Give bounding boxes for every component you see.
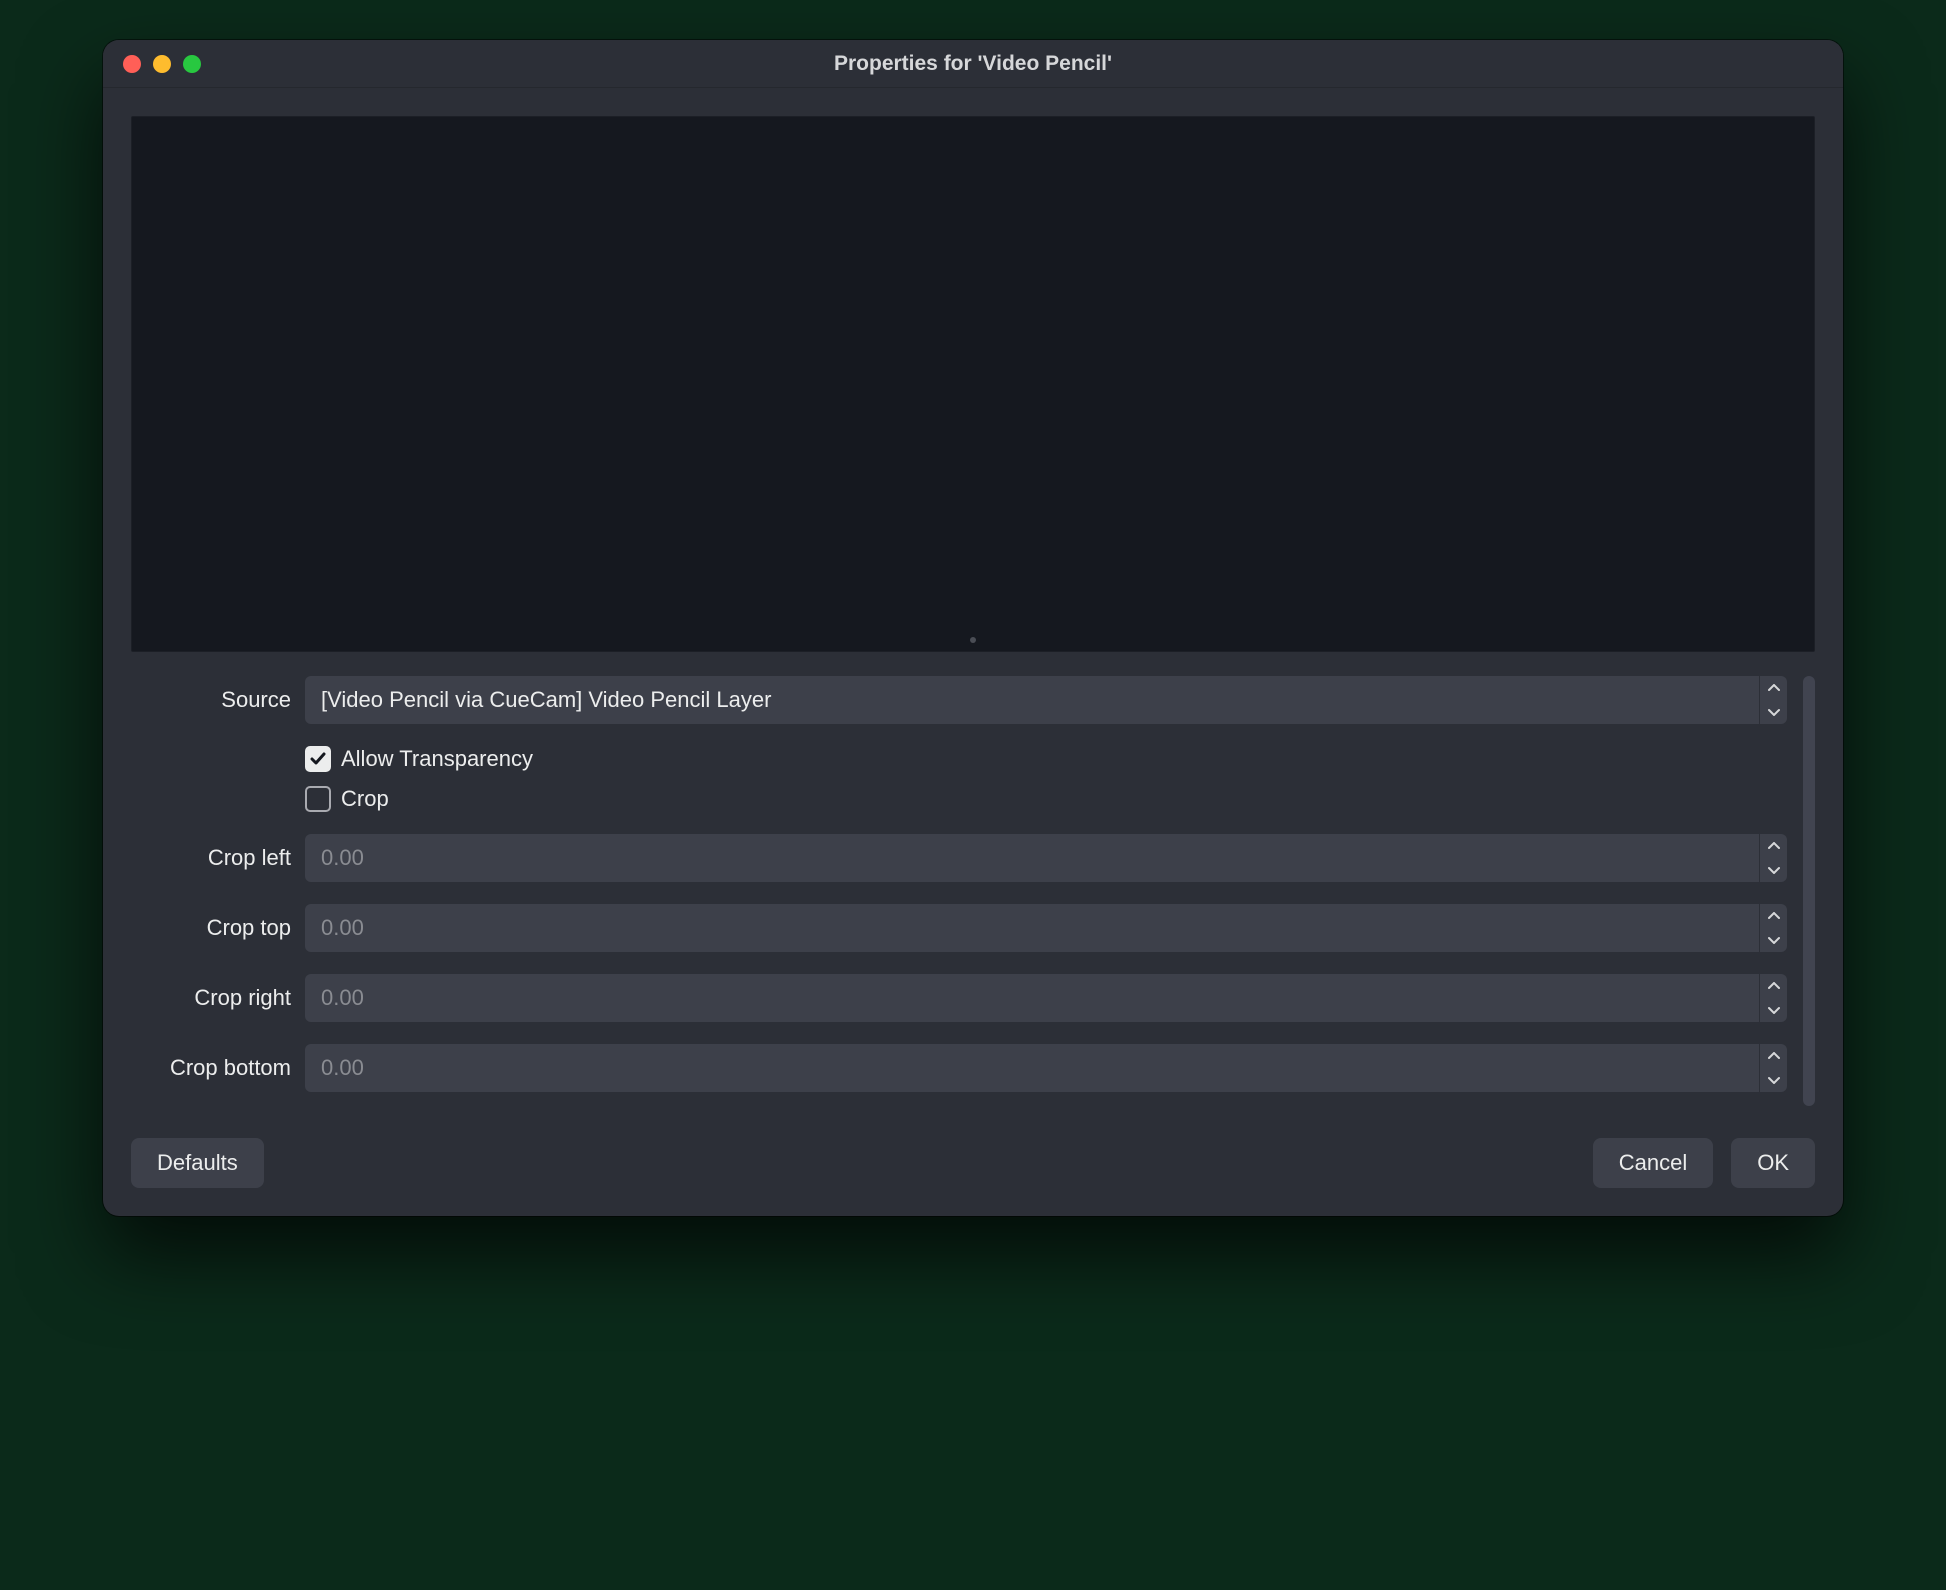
crop-top-input[interactable]: 0.00 (305, 904, 1787, 952)
form-area-wrap: Source [Video Pencil via CueCam] Video P… (131, 676, 1815, 1092)
crop-bottom-input[interactable]: 0.00 (305, 1044, 1787, 1092)
step-up-button[interactable] (1760, 974, 1787, 998)
form-scrollbar[interactable] (1799, 676, 1815, 1092)
allow-transparency-checkbox[interactable]: Allow Transparency (305, 746, 1787, 772)
defaults-button[interactable]: Defaults (131, 1138, 264, 1188)
preview-resize-handle-icon[interactable] (970, 637, 976, 643)
source-select-toggle[interactable] (1759, 676, 1787, 724)
source-label: Source (131, 687, 291, 713)
crop-bottom-label: Crop bottom (131, 1055, 291, 1081)
dialog-footer: Defaults Cancel OK (103, 1112, 1843, 1216)
titlebar: Properties for 'Video Pencil' (103, 40, 1843, 88)
step-down-button[interactable] (1760, 858, 1787, 882)
step-down-button[interactable] (1760, 928, 1787, 952)
step-up-button[interactable] (1760, 1044, 1787, 1068)
chevron-up-icon (1760, 676, 1787, 700)
step-up-button[interactable] (1760, 834, 1787, 858)
step-down-button[interactable] (1760, 1068, 1787, 1092)
crop-left-input[interactable]: 0.00 (305, 834, 1787, 882)
window-title: Properties for 'Video Pencil' (103, 52, 1843, 76)
source-select[interactable]: [Video Pencil via CueCam] Video Pencil L… (305, 676, 1787, 724)
crop-bottom-row: Crop bottom 0.00 (131, 1044, 1787, 1092)
crop-label: Crop (341, 786, 389, 812)
video-preview[interactable] (131, 116, 1815, 652)
maximize-window-button[interactable] (183, 55, 201, 73)
crop-bottom-value: 0.00 (305, 1044, 1759, 1092)
checkbox-icon (305, 786, 331, 812)
crop-right-stepper (1759, 974, 1787, 1022)
properties-window: Properties for 'Video Pencil' Source [Vi… (103, 40, 1843, 1216)
step-up-button[interactable] (1760, 904, 1787, 928)
crop-right-row: Crop right 0.00 (131, 974, 1787, 1022)
chevron-down-icon (1760, 700, 1787, 724)
cancel-button[interactable]: Cancel (1593, 1138, 1713, 1188)
crop-bottom-stepper (1759, 1044, 1787, 1092)
crop-left-value: 0.00 (305, 834, 1759, 882)
crop-top-row: Crop top 0.00 (131, 904, 1787, 952)
ok-button[interactable]: OK (1731, 1138, 1815, 1188)
crop-left-stepper (1759, 834, 1787, 882)
dialog-content: Source [Video Pencil via CueCam] Video P… (103, 88, 1843, 1112)
source-row: Source [Video Pencil via CueCam] Video P… (131, 676, 1787, 724)
crop-right-label: Crop right (131, 985, 291, 1011)
crop-checkbox[interactable]: Crop (305, 786, 1787, 812)
crop-right-value: 0.00 (305, 974, 1759, 1022)
checkbox-icon (305, 746, 331, 772)
crop-left-label: Crop left (131, 845, 291, 871)
crop-top-value: 0.00 (305, 904, 1759, 952)
crop-top-label: Crop top (131, 915, 291, 941)
crop-left-row: Crop left 0.00 (131, 834, 1787, 882)
step-down-button[interactable] (1760, 998, 1787, 1022)
footer-right-group: Cancel OK (1593, 1138, 1815, 1188)
close-window-button[interactable] (123, 55, 141, 73)
form-area: Source [Video Pencil via CueCam] Video P… (131, 676, 1799, 1092)
source-select-value: [Video Pencil via CueCam] Video Pencil L… (305, 676, 1759, 724)
scrollbar-thumb[interactable] (1803, 676, 1815, 1106)
window-controls (103, 55, 201, 73)
checkbox-group: Allow Transparency Crop (131, 746, 1787, 812)
allow-transparency-label: Allow Transparency (341, 746, 533, 772)
crop-top-stepper (1759, 904, 1787, 952)
minimize-window-button[interactable] (153, 55, 171, 73)
crop-right-input[interactable]: 0.00 (305, 974, 1787, 1022)
